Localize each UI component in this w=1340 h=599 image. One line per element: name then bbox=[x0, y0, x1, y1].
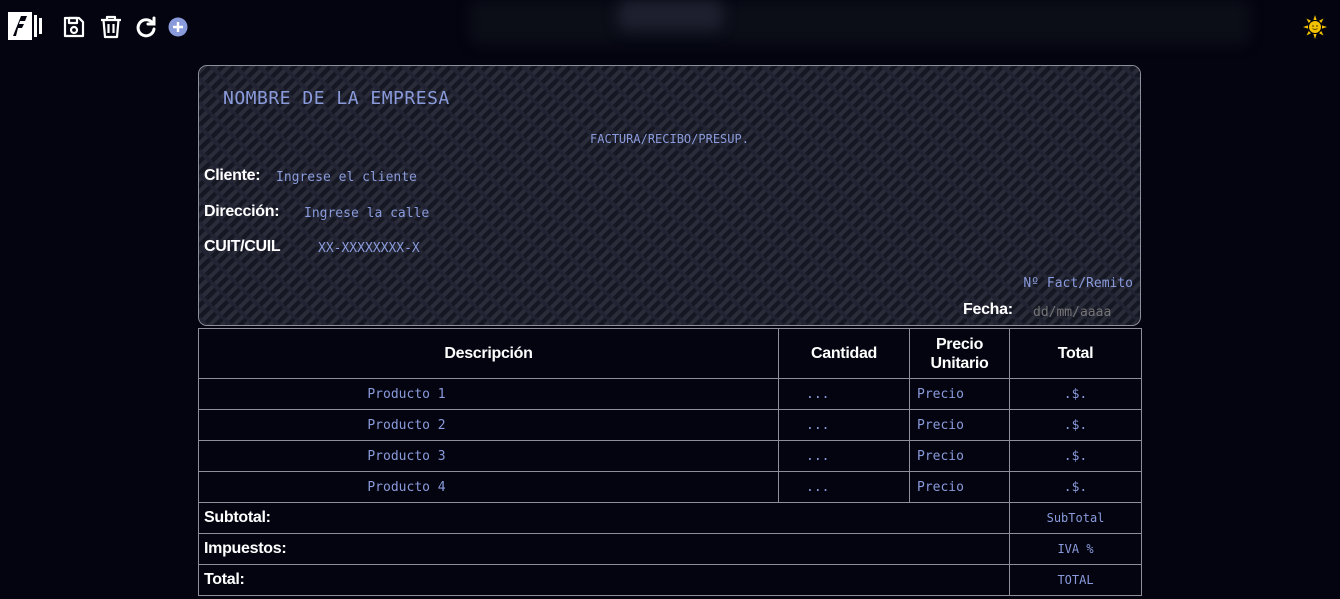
description-cell[interactable]: Producto 4 bbox=[198, 471, 779, 503]
trash-icon[interactable] bbox=[99, 14, 123, 40]
taxes-label: Impuestos: bbox=[198, 533, 1010, 565]
cuit-label: CUIT/CUIL bbox=[204, 238, 281, 255]
blurred-title-text bbox=[618, 0, 723, 30]
table-row: Producto 1 ... Precio .$. bbox=[198, 378, 1142, 410]
company-name[interactable]: NOMBRE DE LA EMPRESA bbox=[223, 88, 450, 109]
top-toolbar bbox=[0, 0, 1340, 50]
date-label: Fecha: bbox=[963, 301, 1013, 318]
address-label: Dirección: bbox=[204, 203, 280, 220]
quantity-cell[interactable]: ... bbox=[778, 440, 910, 472]
subtotal-row: Subtotal: SubTotal bbox=[198, 502, 1142, 534]
subtotal-label: Subtotal: bbox=[198, 502, 1010, 534]
taxes-value[interactable]: IVA % bbox=[1009, 533, 1142, 565]
invoice-header-card: NOMBRE DE LA EMPRESA FACTURA/RECIBO/PRES… bbox=[198, 65, 1141, 326]
description-cell[interactable]: Producto 3 bbox=[198, 440, 779, 472]
unit-price-cell[interactable]: Precio bbox=[909, 440, 1010, 472]
quantity-cell[interactable]: ... bbox=[778, 471, 910, 503]
total-row: Total: TOTAL bbox=[198, 564, 1142, 596]
total-value[interactable]: TOTAL bbox=[1009, 564, 1142, 596]
line-total-cell[interactable]: .$. bbox=[1009, 409, 1142, 441]
unit-price-header-text: Precio Unitario bbox=[930, 335, 989, 372]
table-row: Producto 4 ... Precio .$. bbox=[198, 471, 1142, 503]
column-header-quantity: Cantidad bbox=[778, 328, 910, 379]
line-total-cell[interactable]: .$. bbox=[1009, 471, 1142, 503]
client-field[interactable]: Ingrese el cliente bbox=[276, 170, 417, 185]
blurred-title-area bbox=[470, 0, 1250, 44]
total-label: Total: bbox=[198, 564, 1010, 596]
description-text[interactable]: Producto 1 bbox=[367, 387, 445, 402]
add-icon[interactable] bbox=[167, 14, 189, 40]
quantity-cell[interactable]: ... bbox=[778, 378, 910, 410]
brand-logo-icon[interactable] bbox=[8, 11, 42, 41]
document-type[interactable]: FACTURA/RECIBO/PRESUP. bbox=[199, 132, 1140, 146]
column-header-unit-price: Precio Unitario bbox=[909, 328, 1010, 379]
column-header-total: Total bbox=[1009, 328, 1142, 379]
unit-price-cell[interactable]: Precio bbox=[909, 471, 1010, 503]
table-header-row: Descripción Cantidad Precio Unitario Tot… bbox=[198, 328, 1142, 379]
unit-price-cell[interactable]: Precio bbox=[909, 409, 1010, 441]
line-total-cell[interactable]: .$. bbox=[1009, 440, 1142, 472]
address-field[interactable]: Ingrese la calle bbox=[304, 206, 429, 221]
save-icon[interactable] bbox=[62, 14, 86, 40]
invoice-number-field[interactable]: Nº Fact/Remito bbox=[1023, 276, 1133, 291]
unit-price-cell[interactable]: Precio bbox=[909, 378, 1010, 410]
cuit-field[interactable]: XX-XXXXXXXX-X bbox=[318, 241, 420, 256]
description-cell[interactable]: Producto 2 bbox=[198, 409, 779, 441]
description-cell[interactable]: Producto 1 bbox=[198, 378, 779, 410]
theme-toggle-sun-icon[interactable] bbox=[1302, 14, 1328, 40]
client-label: Cliente: bbox=[204, 167, 261, 184]
line-total-cell[interactable]: .$. bbox=[1009, 378, 1142, 410]
date-input[interactable] bbox=[1027, 302, 1139, 322]
description-text[interactable]: Producto 4 bbox=[367, 480, 445, 495]
quantity-cell[interactable]: ... bbox=[778, 409, 910, 441]
column-header-description: Descripción bbox=[198, 328, 779, 379]
description-text[interactable]: Producto 3 bbox=[367, 449, 445, 464]
table-row: Producto 3 ... Precio .$. bbox=[198, 440, 1142, 472]
refresh-icon[interactable] bbox=[134, 14, 158, 40]
description-text[interactable]: Producto 2 bbox=[367, 418, 445, 433]
subtotal-value[interactable]: SubTotal bbox=[1009, 502, 1142, 534]
table-row: Producto 2 ... Precio .$. bbox=[198, 409, 1142, 441]
taxes-row: Impuestos: IVA % bbox=[198, 533, 1142, 565]
items-table: Descripción Cantidad Precio Unitario Tot… bbox=[198, 328, 1142, 596]
